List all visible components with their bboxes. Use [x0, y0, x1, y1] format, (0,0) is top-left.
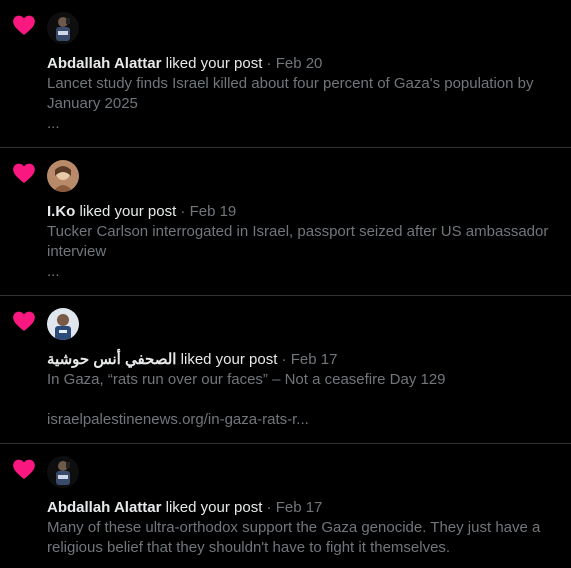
user-name[interactable]: Abdallah Alattar: [47, 55, 161, 72]
avatar[interactable]: [47, 308, 79, 340]
post-text: Tucker Carlson interrogated in Israel, p…: [47, 223, 549, 260]
action-text: liked your post: [165, 55, 263, 72]
user-name[interactable]: الصحفي أنس حوشية: [47, 351, 176, 368]
heart-icon: [13, 15, 35, 35]
notification-header: Abdallah Alattar liked your post · Feb 1…: [47, 498, 322, 518]
notification-item[interactable]: الصحفي أنس حوشية liked your post · Feb 1…: [0, 296, 571, 444]
action-text: liked your post: [165, 499, 263, 516]
notification-item[interactable]: I.Ko liked your post · Feb 19 Tucker Car…: [0, 148, 571, 296]
post-text: In Gaza, “rats run over our faces” – Not…: [47, 371, 446, 388]
post-preview[interactable]: Tucker Carlson interrogated in Israel, p…: [47, 222, 567, 282]
post-ellipsis: ...: [47, 115, 60, 132]
post-text: Lancet study finds Israel killed about f…: [47, 75, 534, 112]
timestamp: · Feb 17: [266, 499, 323, 516]
heart-icon: [13, 311, 35, 331]
action-text: liked your post: [79, 203, 177, 220]
post-preview[interactable]: In Gaza, “rats run over our faces” – Not…: [47, 370, 567, 430]
timestamp: · Feb 19: [180, 203, 237, 220]
avatar[interactable]: [47, 456, 79, 488]
timestamp: · Feb 20: [266, 55, 323, 72]
post-preview[interactable]: Many of these ultra-orthodox support the…: [47, 518, 567, 558]
timestamp: · Feb 17: [281, 351, 338, 368]
action-text: liked your post: [180, 351, 278, 368]
heart-icon: [13, 459, 35, 479]
post-preview[interactable]: Lancet study finds Israel killed about f…: [47, 74, 567, 134]
notification-header: Abdallah Alattar liked your post · Feb 2…: [47, 54, 322, 74]
user-name[interactable]: Abdallah Alattar: [47, 499, 161, 516]
post-text: Many of these ultra-orthodox support the…: [47, 519, 541, 556]
heart-icon: [13, 163, 35, 183]
avatar[interactable]: [47, 160, 79, 192]
post-ellipsis: ...: [47, 263, 60, 280]
avatar[interactable]: [47, 12, 79, 44]
notification-header: الصحفي أنس حوشية liked your post · Feb 1…: [47, 350, 337, 370]
user-name[interactable]: I.Ko: [47, 203, 75, 220]
post-link[interactable]: israelpalestinenews.org/in-gaza-rats-r..…: [47, 410, 567, 430]
notification-header: I.Ko liked your post · Feb 19: [47, 202, 236, 222]
notification-item[interactable]: Abdallah Alattar liked your post · Feb 2…: [0, 0, 571, 148]
notification-item[interactable]: Abdallah Alattar liked your post · Feb 1…: [0, 444, 571, 568]
